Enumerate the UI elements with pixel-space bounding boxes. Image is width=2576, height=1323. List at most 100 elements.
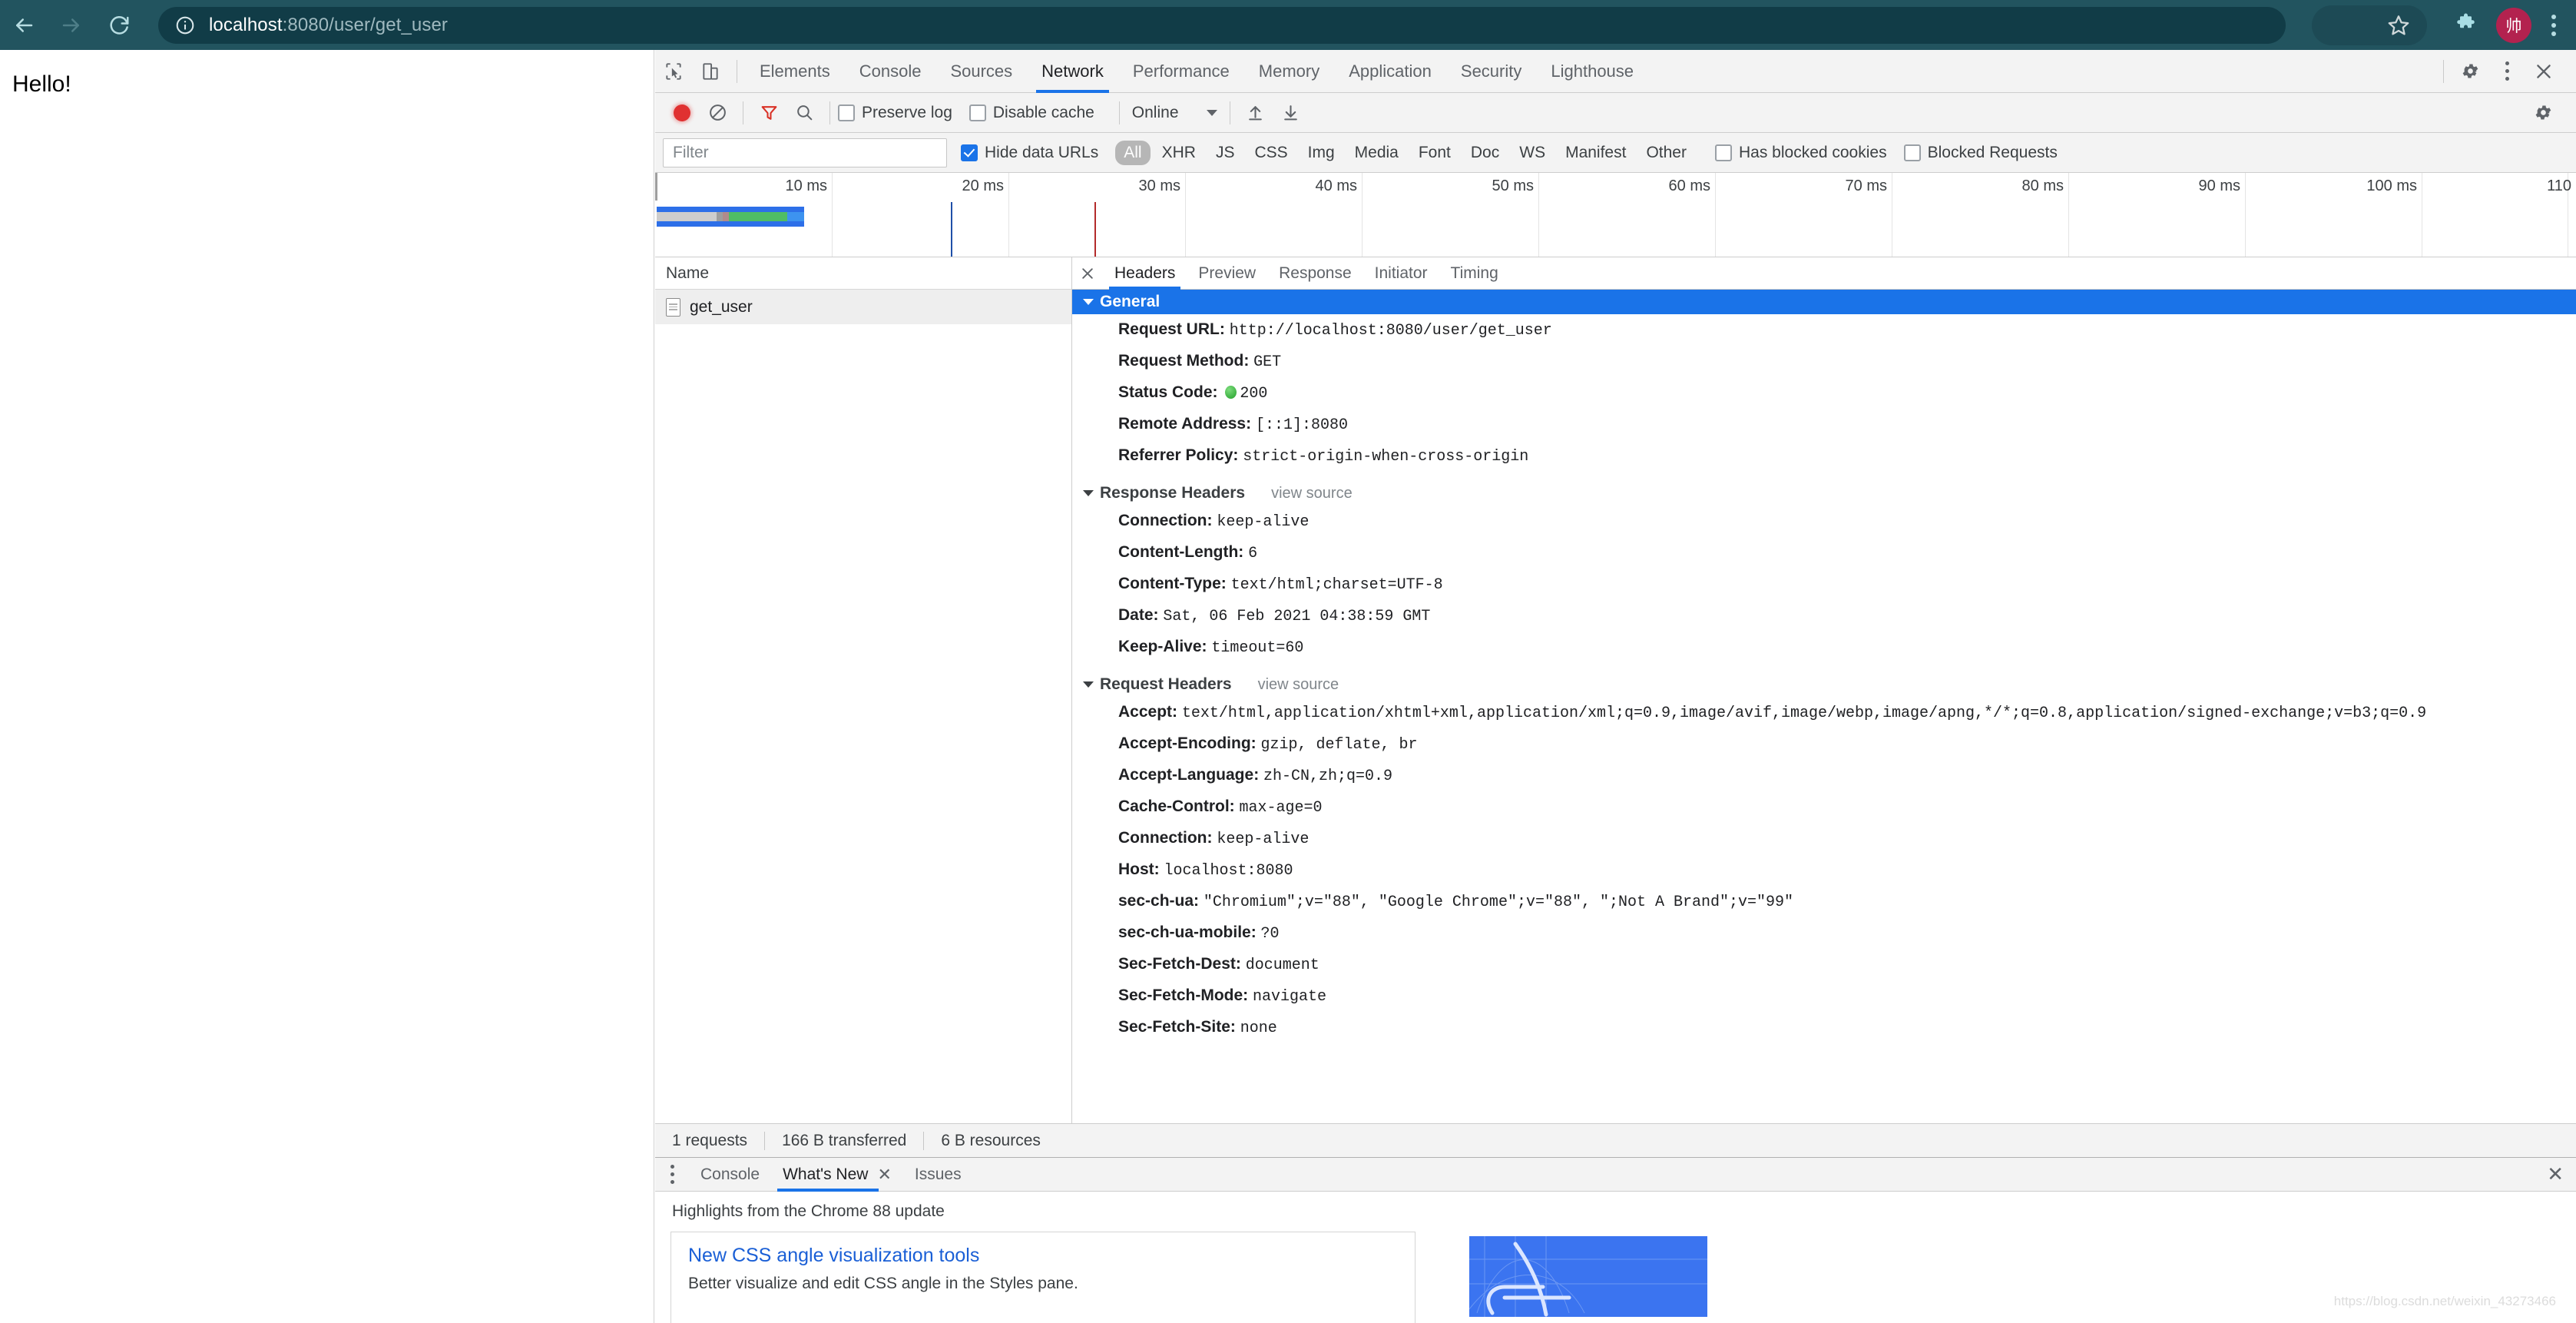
detail-tab-timing[interactable]: Timing <box>1439 257 1510 290</box>
resource-type-chips: All XHR JS CSS Img Media Font Doc WS Man… <box>1115 141 1695 165</box>
throttling-select[interactable]: Online <box>1132 104 1217 122</box>
whats-new-card-title[interactable]: New CSS angle visualization tools <box>688 1245 1398 1267</box>
chip-all[interactable]: All <box>1115 141 1150 165</box>
drawer-tabstrip: Console What's New ✕ Issues ✕ <box>655 1158 2576 1192</box>
table-row[interactable]: get_user <box>655 290 1071 324</box>
detail-tab-preview[interactable]: Preview <box>1187 257 1267 290</box>
devtools-more-icon[interactable] <box>2488 53 2525 90</box>
chevron-down-icon <box>1083 490 1094 496</box>
tab-application[interactable]: Application <box>1334 50 1446 93</box>
detail-tab-response[interactable]: Response <box>1267 257 1363 290</box>
chip-ws[interactable]: WS <box>1511 141 1554 165</box>
page-viewport: Hello! <box>0 50 654 1323</box>
section-response-headers-header[interactable]: Response Headers view source <box>1072 481 2576 506</box>
tab-memory[interactable]: Memory <box>1244 50 1334 93</box>
tab-network[interactable]: Network <box>1027 50 1118 93</box>
drawer-tab-whats-new[interactable]: What's New ✕ <box>771 1158 903 1192</box>
browser-actions: 帅 <box>2312 5 2576 45</box>
header-key: Date: <box>1118 606 1159 624</box>
avatar[interactable]: 帅 <box>2496 8 2531 43</box>
view-source-link[interactable]: view source <box>1271 485 1353 502</box>
overview-tick-60ms: 60 ms <box>1669 177 1715 195</box>
headers-pane: General Request URL: http://localhost:80… <box>1072 290 2576 1123</box>
detail-tab-headers[interactable]: Headers <box>1103 257 1187 290</box>
clear-icon[interactable] <box>700 95 735 131</box>
drawer-tab-console[interactable]: Console <box>689 1158 771 1192</box>
whats-new-card[interactable]: New CSS angle visualization tools Better… <box>670 1232 1415 1323</box>
header-row: Sec-Fetch-Dest: document <box>1072 949 2576 980</box>
header-key: Status Code: <box>1118 383 1218 401</box>
network-overview-timeline[interactable]: 10 ms 20 ms 30 ms 40 ms 50 ms 60 ms 70 m… <box>655 173 2576 257</box>
chip-xhr[interactable]: XHR <box>1154 141 1204 165</box>
header-value: max-age=0 <box>1240 799 1323 817</box>
header-value: navigate <box>1253 988 1326 1006</box>
chevron-down-icon <box>1207 110 1217 116</box>
hide-data-urls-checkbox[interactable]: Hide data URLs <box>961 144 1098 162</box>
url-host: localhost <box>209 15 283 35</box>
puzzle-icon[interactable] <box>2456 12 2479 38</box>
reload-button[interactable] <box>95 2 143 49</box>
record-button[interactable] <box>664 95 700 131</box>
tab-lighthouse[interactable]: Lighthouse <box>1536 50 1648 93</box>
drawer-close-icon[interactable]: ✕ <box>2547 1162 2564 1186</box>
request-list-column-header[interactable]: Name <box>655 257 1071 290</box>
divider <box>2443 60 2444 83</box>
detail-tab-initiator[interactable]: Initiator <box>1363 257 1439 290</box>
gear-icon[interactable] <box>2452 53 2488 90</box>
close-icon[interactable] <box>1072 258 1103 289</box>
checkbox-box <box>1904 144 1921 161</box>
view-source-link[interactable]: view source <box>1258 676 1339 694</box>
header-key: Accept-Encoding: <box>1118 734 1257 752</box>
section-general-header[interactable]: General <box>1072 290 2576 314</box>
address-bar[interactable]: localhost:8080/user/get_user <box>158 7 2286 44</box>
header-key: Referrer Policy: <box>1118 446 1238 464</box>
tab-security[interactable]: Security <box>1446 50 1536 93</box>
device-toggle-icon[interactable] <box>692 53 729 90</box>
chip-js[interactable]: JS <box>1207 141 1243 165</box>
tab-elements[interactable]: Elements <box>745 50 845 93</box>
bookmark-button[interactable] <box>2312 5 2427 45</box>
drawer-tab-issues[interactable]: Issues <box>903 1158 973 1192</box>
blocked-requests-checkbox[interactable]: Blocked Requests <box>1904 144 2058 162</box>
overview-tick-90ms: 90 ms <box>2199 177 2245 195</box>
header-row: Accept-Language: zh-CN,zh;q=0.9 <box>1072 760 2576 791</box>
close-icon[interactable]: ✕ <box>877 1165 891 1185</box>
filter-input[interactable]: Filter <box>663 138 947 167</box>
network-settings-gear-icon[interactable] <box>2525 95 2561 131</box>
search-icon[interactable] <box>786 95 822 131</box>
back-button[interactable] <box>0 2 48 49</box>
close-icon[interactable] <box>2525 53 2562 90</box>
network-filter-row: Filter Hide data URLs All XHR JS CSS Img… <box>655 133 2576 173</box>
filter-funnel-icon[interactable] <box>751 95 786 131</box>
preserve-log-checkbox[interactable]: Preserve log <box>838 104 952 122</box>
tab-sources[interactable]: Sources <box>935 50 1027 93</box>
chip-font[interactable]: Font <box>1410 141 1459 165</box>
tab-performance[interactable]: Performance <box>1118 50 1244 93</box>
info-circle-icon[interactable] <box>175 15 195 35</box>
chip-css[interactable]: CSS <box>1246 141 1296 165</box>
chip-img[interactable]: Img <box>1300 141 1343 165</box>
export-har-icon[interactable] <box>1273 95 1309 131</box>
chevron-down-icon <box>1083 299 1094 305</box>
chip-other[interactable]: Other <box>1637 141 1695 165</box>
chip-media[interactable]: Media <box>1346 141 1407 165</box>
header-key: Keep-Alive: <box>1118 638 1207 655</box>
drawer-menu-icon[interactable] <box>655 1158 689 1192</box>
forward-button[interactable] <box>48 2 95 49</box>
inspect-cursor-icon[interactable] <box>655 53 692 90</box>
checkbox-box <box>1715 144 1732 161</box>
overview-tick-100ms: 100 ms <box>2366 177 2422 195</box>
header-row: Cache-Control: max-age=0 <box>1072 791 2576 823</box>
header-value: keep-alive <box>1217 831 1309 848</box>
chip-doc[interactable]: Doc <box>1462 141 1508 165</box>
overview-tick-80ms: 80 ms <box>2022 177 2068 195</box>
drawer-tab-label: Console <box>700 1166 760 1184</box>
disable-cache-checkbox[interactable]: Disable cache <box>969 104 1094 122</box>
tab-console[interactable]: Console <box>845 50 936 93</box>
section-request-headers-header[interactable]: Request Headers view source <box>1072 672 2576 697</box>
chip-manifest[interactable]: Manifest <box>1557 141 1634 165</box>
import-har-icon[interactable] <box>1238 95 1273 131</box>
overview-tick-70ms: 70 ms <box>1846 177 1892 195</box>
has-blocked-cookies-checkbox[interactable]: Has blocked cookies <box>1715 144 1887 162</box>
browser-menu-icon[interactable] <box>2551 15 2556 36</box>
